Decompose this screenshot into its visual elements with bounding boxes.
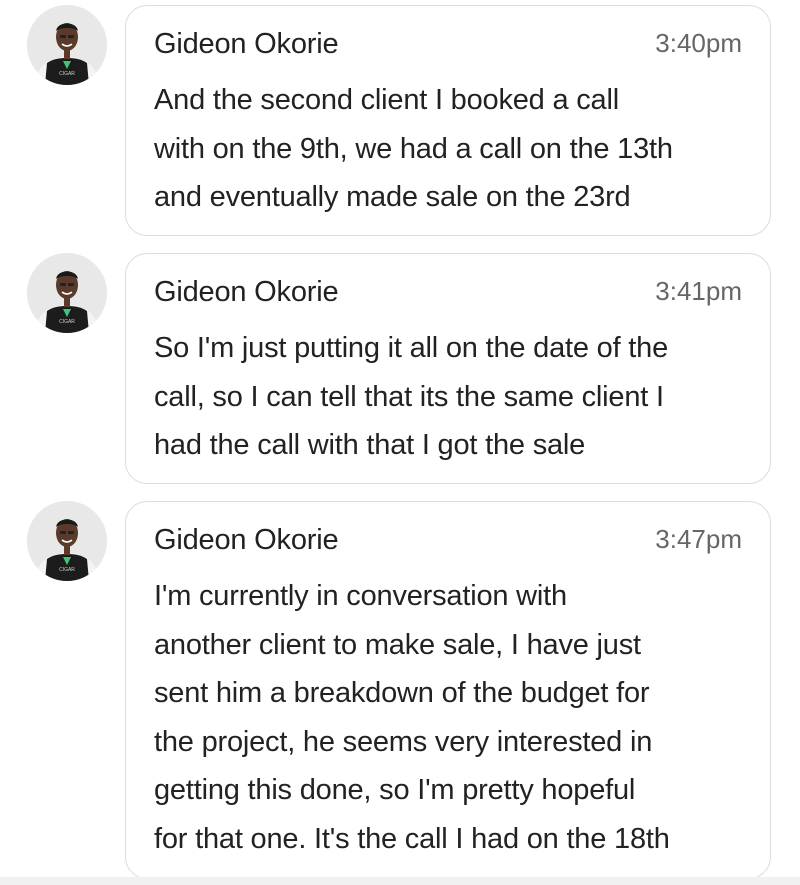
- sender-name[interactable]: Gideon Okorie: [154, 524, 339, 557]
- message-bubble[interactable]: Gideon Okorie 3:47pm I'm currently in co…: [125, 501, 771, 879]
- message-timestamp: 3:40pm: [655, 28, 742, 58]
- message-bubble[interactable]: Gideon Okorie 3:40pm And the second clie…: [125, 5, 771, 236]
- user-avatar-icon: CIGAR: [27, 501, 107, 581]
- message-header: Gideon Okorie 3:47pm: [154, 524, 742, 564]
- svg-text:CIGAR: CIGAR: [59, 567, 75, 573]
- user-avatar-icon: CIGAR: [27, 5, 107, 85]
- sender-avatar[interactable]: CIGAR: [27, 5, 107, 85]
- message-thread: CIGAR Gideon Okorie 3:40pm And the secon…: [0, 0, 800, 885]
- message-text: And the second client I booked a call wi…: [154, 84, 673, 213]
- sender-avatar[interactable]: CIGAR: [27, 501, 107, 581]
- sender-name[interactable]: Gideon Okorie: [154, 276, 339, 309]
- message-text: So I'm just putting it all on the date o…: [154, 332, 669, 461]
- user-avatar-icon: CIGAR: [27, 253, 107, 333]
- bottom-divider: [0, 877, 800, 885]
- message-text: I'm currently in conversation with anoth…: [154, 580, 670, 855]
- svg-text:CIGAR: CIGAR: [59, 71, 75, 77]
- message-bubble[interactable]: Gideon Okorie 3:41pm So I'm just putting…: [125, 253, 771, 484]
- sender-name[interactable]: Gideon Okorie: [154, 28, 339, 61]
- message-header: Gideon Okorie 3:40pm: [154, 28, 742, 68]
- svg-text:CIGAR: CIGAR: [59, 319, 75, 325]
- message-timestamp: 3:41pm: [655, 276, 742, 306]
- sender-avatar[interactable]: CIGAR: [27, 253, 107, 333]
- message-header: Gideon Okorie 3:41pm: [154, 276, 742, 316]
- message-timestamp: 3:47pm: [655, 524, 742, 554]
